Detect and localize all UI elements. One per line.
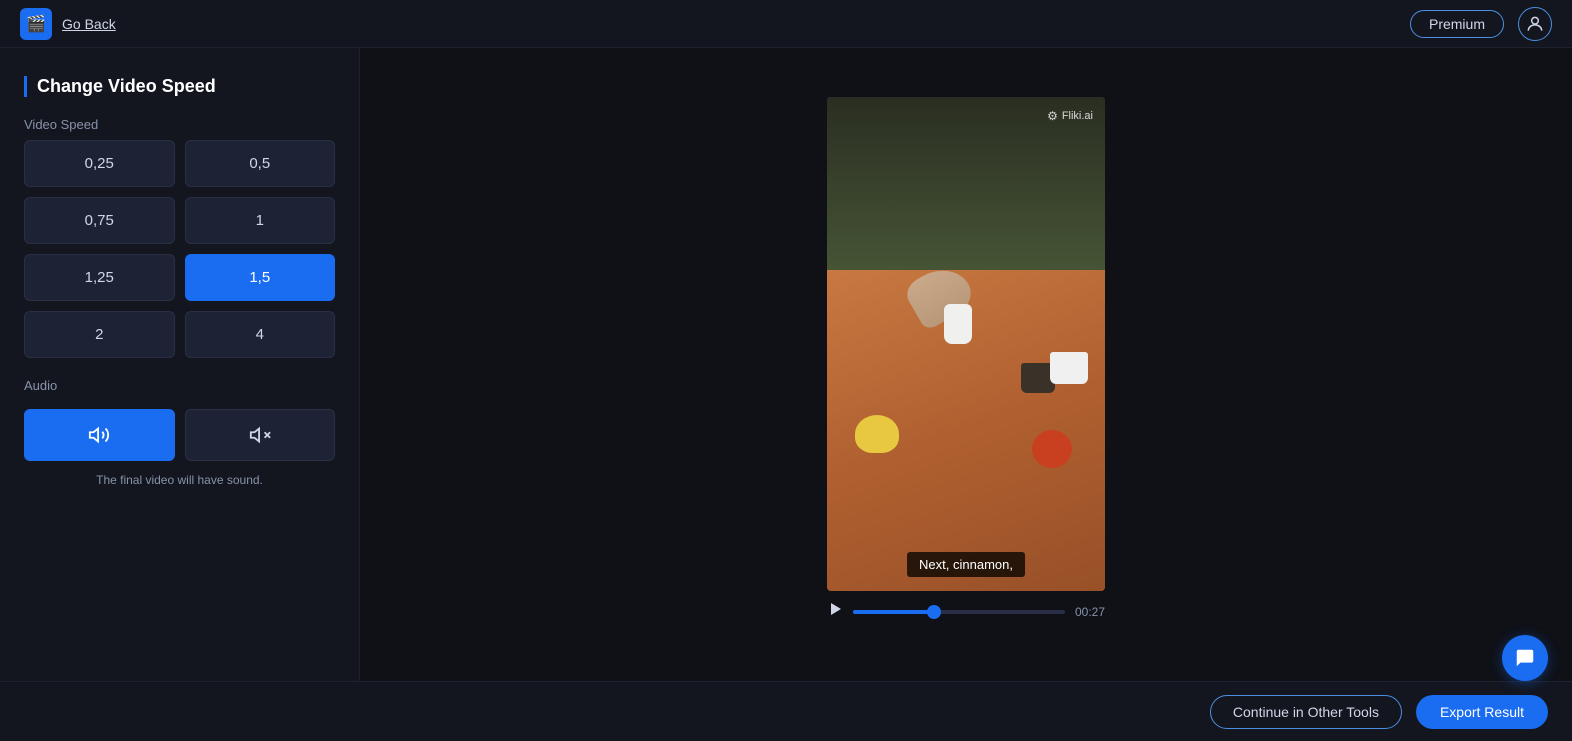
apple [1032,430,1072,468]
pitcher [944,304,972,344]
video-watermark: ⚙ Fliki.ai [1047,109,1093,123]
user-avatar[interactable] [1518,7,1552,41]
chat-bubble-button[interactable] [1502,635,1548,681]
speed-btn-05[interactable]: 0,5 [185,140,336,187]
speed-btn-2[interactable]: 2 [24,311,175,358]
main-layout: Change Video Speed Video Speed 0,25 0,5 … [0,48,1572,681]
watermark-gear-icon: ⚙ [1047,109,1058,123]
app-icon: 🎬 [20,8,52,40]
progress-thumb [927,605,941,619]
video-upper-bg [827,97,1105,295]
cup2 [1050,352,1088,384]
speed-btn-15[interactable]: 1,5 [185,254,336,301]
export-result-button[interactable]: Export Result [1416,695,1548,729]
lemon [855,415,899,453]
progress-fill [853,610,934,614]
header-left: 🎬 Go Back [20,8,116,40]
speed-grid: 0,25 0,5 0,75 1 1,25 1,5 2 4 [24,140,335,358]
audio-mute-button[interactable] [185,409,336,461]
audio-on-button[interactable] [24,409,175,461]
continue-other-tools-button[interactable]: Continue in Other Tools [1210,695,1402,729]
video-preview: ⚙ Fliki.ai Next, cinnamon, [827,97,1105,591]
video-scene [827,97,1105,591]
speed-btn-1[interactable]: 1 [185,197,336,244]
sidebar-title: Change Video Speed [24,76,335,97]
video-controls: 00:27 [827,591,1105,632]
watermark-text: Fliki.ai [1062,110,1093,122]
content-area: ⚙ Fliki.ai Next, cinnamon, 00:27 [360,48,1572,681]
audio-label: Audio [24,378,335,393]
header-right: Premium [1410,7,1552,41]
video-speed-section: Video Speed 0,25 0,5 0,75 1 1,25 1,5 2 4 [24,117,335,358]
audio-note: The final video will have sound. [24,473,335,487]
speed-btn-4[interactable]: 4 [185,311,336,358]
speed-btn-075[interactable]: 0,75 [24,197,175,244]
sidebar: Change Video Speed Video Speed 0,25 0,5 … [0,48,360,681]
play-button[interactable] [827,601,843,622]
time-display: 00:27 [1075,605,1105,619]
header: 🎬 Go Back Premium [0,0,1572,48]
progress-bar[interactable] [853,610,1065,614]
speed-btn-125[interactable]: 1,25 [24,254,175,301]
speed-btn-025[interactable]: 0,25 [24,140,175,187]
go-back-link[interactable]: Go Back [62,16,116,32]
premium-button[interactable]: Premium [1410,10,1504,38]
video-player-container: ⚙ Fliki.ai Next, cinnamon, 00:27 [827,97,1105,632]
audio-grid [24,409,335,461]
footer: Continue in Other Tools Export Result [0,681,1572,741]
audio-section: Audio The final video [24,378,335,487]
video-speed-label: Video Speed [24,117,335,132]
video-subtitle: Next, cinnamon, [907,552,1025,577]
